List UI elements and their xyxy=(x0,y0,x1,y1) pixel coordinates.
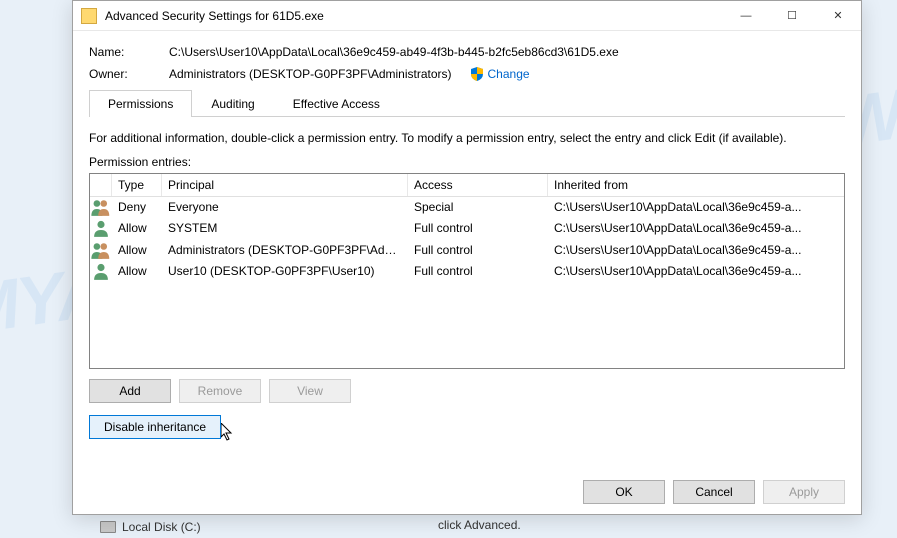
permission-entries-label: Permission entries: xyxy=(89,155,845,169)
ok-button[interactable]: OK xyxy=(583,480,665,504)
user-icon xyxy=(90,262,112,281)
instruction-text: For additional information, double-click… xyxy=(89,131,845,145)
view-button: View xyxy=(269,379,351,403)
security-settings-window: Advanced Security Settings for 61D5.exe … xyxy=(72,0,862,515)
cell-type: Allow xyxy=(112,262,162,281)
cell-access: Full control xyxy=(408,219,548,238)
apply-button: Apply xyxy=(763,480,845,504)
shield-icon xyxy=(470,67,484,81)
cell-access: Full control xyxy=(408,262,548,281)
content-area: Name: C:\Users\User10\AppData\Local\36e9… xyxy=(73,31,861,449)
background-click-advanced: click Advanced. xyxy=(438,518,521,532)
cell-access: Special xyxy=(408,198,548,217)
owner-value: Administrators (DESKTOP-G0PF3PF\Administ… xyxy=(169,67,452,81)
window-title: Advanced Security Settings for 61D5.exe xyxy=(105,9,723,23)
column-inherited[interactable]: Inherited from xyxy=(548,174,844,196)
name-row: Name: C:\Users\User10\AppData\Local\36e9… xyxy=(89,45,845,59)
column-type[interactable]: Type xyxy=(112,174,162,196)
local-disk-label: Local Disk (C:) xyxy=(122,520,201,534)
user-icon xyxy=(90,219,112,238)
cell-inherited: C:\Users\User10\AppData\Local\36e9c459-a… xyxy=(548,262,844,281)
maximize-button[interactable]: ☐ xyxy=(769,1,815,30)
cell-inherited: C:\Users\User10\AppData\Local\36e9c459-a… xyxy=(548,198,844,217)
add-button[interactable]: Add xyxy=(89,379,171,403)
folder-icon xyxy=(81,8,97,24)
cell-principal: Everyone xyxy=(162,198,408,217)
disable-inheritance-button[interactable]: Disable inheritance xyxy=(89,415,221,439)
cell-access: Full control xyxy=(408,241,548,260)
remove-button: Remove xyxy=(179,379,261,403)
tab-auditing[interactable]: Auditing xyxy=(192,90,273,117)
owner-label: Owner: xyxy=(89,67,169,81)
permission-table: Type Principal Access Inherited from Den… xyxy=(89,173,845,369)
column-access[interactable]: Access xyxy=(408,174,548,196)
tab-permissions[interactable]: Permissions xyxy=(89,90,192,117)
tab-strip: Permissions Auditing Effective Access xyxy=(89,89,845,117)
cell-type: Allow xyxy=(112,241,162,260)
entry-buttons: Add Remove View xyxy=(89,379,845,403)
disk-icon xyxy=(100,521,116,533)
table-header: Type Principal Access Inherited from xyxy=(90,174,844,197)
change-owner-link[interactable]: Change xyxy=(488,67,530,81)
table-row[interactable]: Allow Administrators (DESKTOP-G0PF3PF\Ad… xyxy=(90,240,844,261)
column-principal[interactable]: Principal xyxy=(162,174,408,196)
cell-principal: User10 (DESKTOP-G0PF3PF\User10) xyxy=(162,262,408,281)
inheritance-row: Disable inheritance xyxy=(89,415,845,439)
table-row[interactable]: Deny Everyone Special C:\Users\User10\Ap… xyxy=(90,197,844,218)
cell-type: Deny xyxy=(112,198,162,217)
table-row[interactable]: Allow SYSTEM Full control C:\Users\User1… xyxy=(90,218,844,239)
column-icon[interactable] xyxy=(90,174,112,196)
background-local-disk: Local Disk (C:) xyxy=(100,520,201,534)
minimize-button[interactable]: — xyxy=(723,1,769,30)
tab-effective-access[interactable]: Effective Access xyxy=(274,90,399,117)
cell-type: Allow xyxy=(112,219,162,238)
owner-row: Owner: Administrators (DESKTOP-G0PF3PF\A… xyxy=(89,67,845,81)
titlebar: Advanced Security Settings for 61D5.exe … xyxy=(73,1,861,31)
cancel-button[interactable]: Cancel xyxy=(673,480,755,504)
dialog-footer: OK Cancel Apply xyxy=(583,480,845,504)
name-value: C:\Users\User10\AppData\Local\36e9c459-a… xyxy=(169,45,619,59)
name-label: Name: xyxy=(89,45,169,59)
close-button[interactable]: ✕ xyxy=(815,1,861,30)
cell-principal: Administrators (DESKTOP-G0PF3PF\Admini..… xyxy=(162,241,408,260)
users-icon xyxy=(90,241,112,260)
cursor-icon xyxy=(221,423,235,441)
cell-principal: SYSTEM xyxy=(162,219,408,238)
cell-inherited: C:\Users\User10\AppData\Local\36e9c459-a… xyxy=(548,219,844,238)
users-icon xyxy=(90,198,112,217)
window-controls: — ☐ ✕ xyxy=(723,1,861,30)
cell-inherited: C:\Users\User10\AppData\Local\36e9c459-a… xyxy=(548,241,844,260)
table-row[interactable]: Allow User10 (DESKTOP-G0PF3PF\User10) Fu… xyxy=(90,261,844,282)
